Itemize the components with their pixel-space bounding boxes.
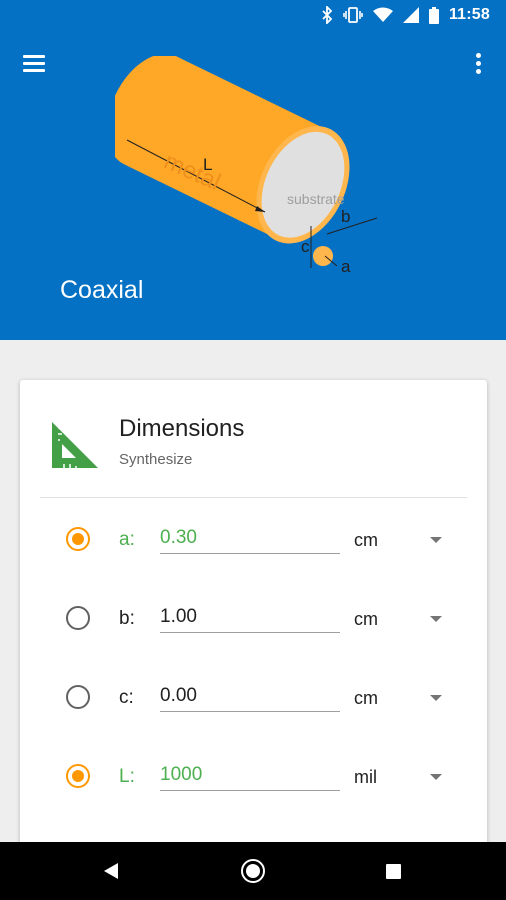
- page-title: Coaxial: [60, 276, 144, 304]
- radio-b[interactable]: [66, 606, 90, 630]
- dimension-row-l: L: mil: [20, 750, 487, 800]
- unit-select-c[interactable]: cm: [354, 688, 378, 709]
- radio-c[interactable]: [66, 685, 90, 709]
- recents-square-icon[interactable]: [386, 864, 401, 879]
- offset-label: c: [301, 237, 310, 256]
- coaxial-cable-illustration: L metal substrate b c a: [115, 56, 378, 276]
- status-icons: 11:58: [321, 6, 490, 24]
- dimensions-card: Dimensions Synthesize a: cm b: cm c: cm …: [20, 380, 487, 900]
- chevron-down-icon[interactable]: [430, 774, 442, 780]
- radio-a[interactable]: [66, 527, 90, 551]
- bluetooth-icon: [322, 6, 333, 24]
- dimension-label-l: L:: [119, 766, 135, 787]
- chevron-down-icon[interactable]: [430, 537, 442, 543]
- card-title: Dimensions: [119, 415, 245, 442]
- unit-select-l[interactable]: mil: [354, 767, 377, 788]
- signal-icon: [402, 7, 419, 23]
- dimension-label-c: c:: [119, 687, 134, 708]
- inner-radius-label: a: [341, 257, 351, 276]
- chevron-down-icon[interactable]: [430, 616, 442, 622]
- hamburger-menu-icon[interactable]: [20, 50, 50, 80]
- app-header: L metal substrate b c a Coaxial: [0, 32, 506, 340]
- dimension-input-a[interactable]: [160, 524, 340, 554]
- unit-select-a[interactable]: cm: [354, 530, 378, 551]
- card-subtitle: Synthesize: [119, 451, 193, 468]
- battery-icon: [428, 6, 439, 24]
- inner-conductor: [313, 246, 333, 266]
- substrate-label: substrate: [287, 191, 345, 207]
- dimension-input-l[interactable]: [160, 761, 340, 791]
- dimension-label-a: a:: [119, 529, 135, 550]
- vibrate-icon: [343, 7, 363, 23]
- unit-select-b[interactable]: cm: [354, 609, 378, 630]
- chevron-down-icon[interactable]: [430, 695, 442, 701]
- dimension-input-c[interactable]: [160, 682, 340, 712]
- wifi-icon: [372, 7, 393, 22]
- home-circle-icon[interactable]: [241, 859, 265, 883]
- system-nav-bar: [0, 842, 506, 900]
- back-triangle-icon[interactable]: [104, 863, 118, 879]
- radio-l[interactable]: [66, 764, 90, 788]
- outer-radius-label: b: [341, 207, 350, 226]
- more-vert-icon[interactable]: [468, 50, 488, 80]
- status-time: 11:58: [448, 6, 490, 23]
- set-square-ruler-icon: [52, 422, 98, 468]
- dimension-input-b[interactable]: [160, 603, 340, 633]
- dimension-row-c: c: cm: [20, 671, 487, 721]
- dimension-row-b: b: cm: [20, 592, 487, 642]
- dimension-label-b: b:: [119, 608, 135, 629]
- card-divider: [40, 497, 467, 498]
- status-bar: 11:58: [0, 0, 506, 32]
- dimension-row-a: a: cm: [20, 513, 487, 563]
